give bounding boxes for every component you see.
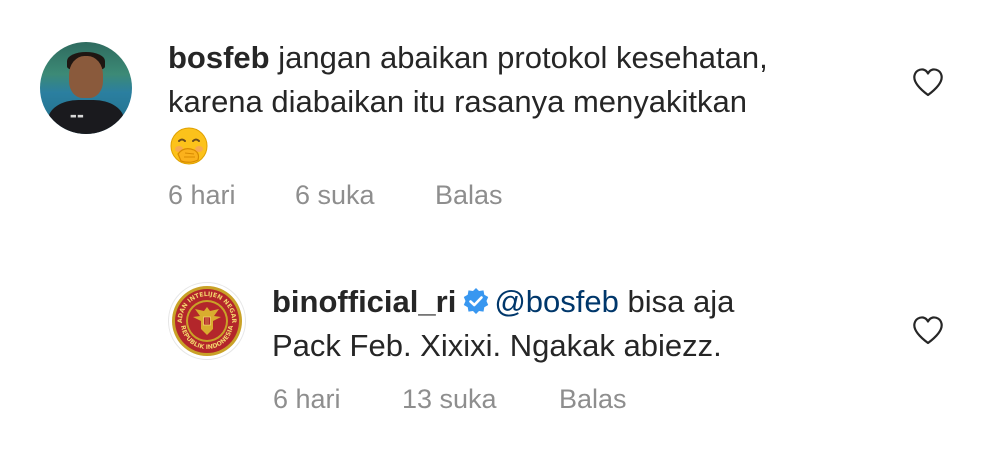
mention-link[interactable]: @bosfeb bbox=[494, 284, 619, 319]
comment-body: bosfeb jangan abaikan protokol kesehatan… bbox=[168, 36, 868, 124]
heart-outline-icon[interactable] bbox=[912, 315, 944, 345]
reply-text-line1: bisa aja bbox=[627, 284, 735, 319]
comment-likes[interactable]: 6 suka bbox=[295, 180, 375, 211]
bin-emblem-avatar[interactable]: BADAN INTELIJEN NEGARA REPUBLIK INDONESI… bbox=[168, 282, 246, 360]
comment-text-line2: karena diabaikan itu rasanya menyakitkan bbox=[168, 84, 748, 119]
emblem-graphic: BADAN INTELIJEN NEGARA REPUBLIK INDONESI… bbox=[169, 283, 242, 356]
avatar-shirt bbox=[48, 100, 124, 134]
reply-likes[interactable]: 13 suka bbox=[402, 384, 497, 415]
avatar-shirt-print: ▬▬ bbox=[70, 112, 85, 120]
comment-bosfeb: ▬▬ bosfeb jangan abaikan protokol keseha… bbox=[0, 0, 1000, 240]
comment-text-line1: jangan abaikan protokol kesehatan, bbox=[278, 40, 768, 75]
heart-outline-icon[interactable] bbox=[912, 67, 944, 97]
verified-badge-icon bbox=[464, 287, 489, 314]
reply-reply-button[interactable]: Balas bbox=[559, 384, 627, 415]
reply-time[interactable]: 6 hari bbox=[273, 384, 341, 415]
comment-time[interactable]: 6 hari bbox=[168, 180, 236, 211]
reply-username[interactable]: binofficial_ri bbox=[272, 284, 456, 319]
reply-button[interactable]: Balas bbox=[435, 180, 503, 211]
reply-text-line2: Pack Feb. Xixixi. Ngakak abiezz. bbox=[272, 328, 722, 363]
comment-username[interactable]: bosfeb bbox=[168, 40, 270, 75]
comment-meta: 6 hari 6 suka Balas bbox=[0, 180, 1000, 216]
hand-over-mouth-emoji bbox=[170, 127, 208, 165]
reply-body: binofficial_ri @bosfeb bisa aja Pack Feb… bbox=[272, 280, 892, 368]
user-avatar[interactable]: ▬▬ bbox=[40, 42, 132, 134]
avatar-head bbox=[69, 56, 103, 98]
reply-meta: 6 hari 13 suka Balas bbox=[0, 384, 1000, 420]
